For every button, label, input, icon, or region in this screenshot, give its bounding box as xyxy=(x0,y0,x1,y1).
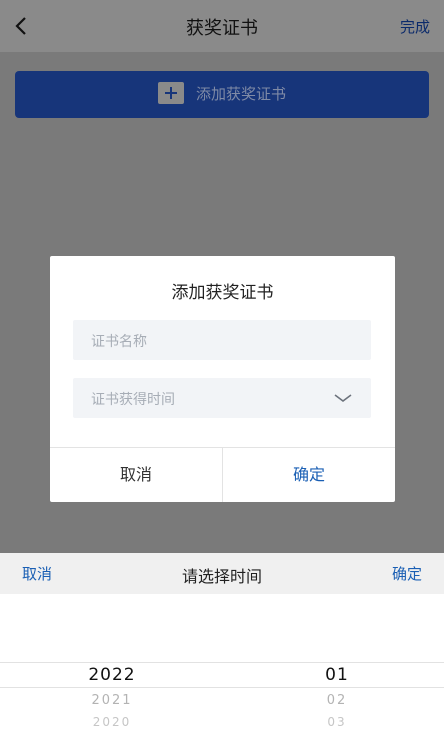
plus-icon xyxy=(157,82,184,104)
dialog-title: 添加获奖证书 xyxy=(171,283,274,303)
certificate-name-field[interactable]: 证书名称 xyxy=(73,320,371,360)
add-certificate-label: 添加获奖证书 xyxy=(195,84,286,103)
month-option-selected[interactable]: 01 xyxy=(277,665,397,685)
page-title: 获奖证书 xyxy=(186,18,258,39)
nav-header: 获奖证书 完成 xyxy=(0,0,444,52)
dialog-cancel-button[interactable]: 取消 xyxy=(50,448,222,502)
dialog-confirm-button[interactable]: 确定 xyxy=(223,448,395,502)
year-option[interactable]: 2021 xyxy=(52,693,172,708)
certificate-date-placeholder: 证书获得时间 xyxy=(91,392,175,408)
date-picker-wheels[interactable]: 2022 2021 2020 01 02 03 xyxy=(0,594,444,734)
chevron-down-icon xyxy=(333,388,353,408)
picker-title: 请选择时间 xyxy=(181,567,262,586)
selection-line-bottom xyxy=(0,687,444,688)
year-option-selected[interactable]: 2022 xyxy=(52,665,172,685)
add-certificate-button[interactable]: 添加获奖证书 xyxy=(15,71,429,118)
date-picker-toolbar: 取消 请选择时间 确定 xyxy=(0,553,444,594)
month-option[interactable]: 03 xyxy=(277,715,397,729)
selection-line-top xyxy=(0,662,444,663)
picker-confirm-button[interactable]: 确定 xyxy=(392,563,422,584)
month-option[interactable]: 02 xyxy=(277,693,397,708)
done-button[interactable]: 完成 xyxy=(400,16,430,37)
year-option[interactable]: 2020 xyxy=(52,715,172,729)
certificate-name-placeholder: 证书名称 xyxy=(91,334,147,350)
certificate-date-field[interactable]: 证书获得时间 xyxy=(73,378,371,418)
